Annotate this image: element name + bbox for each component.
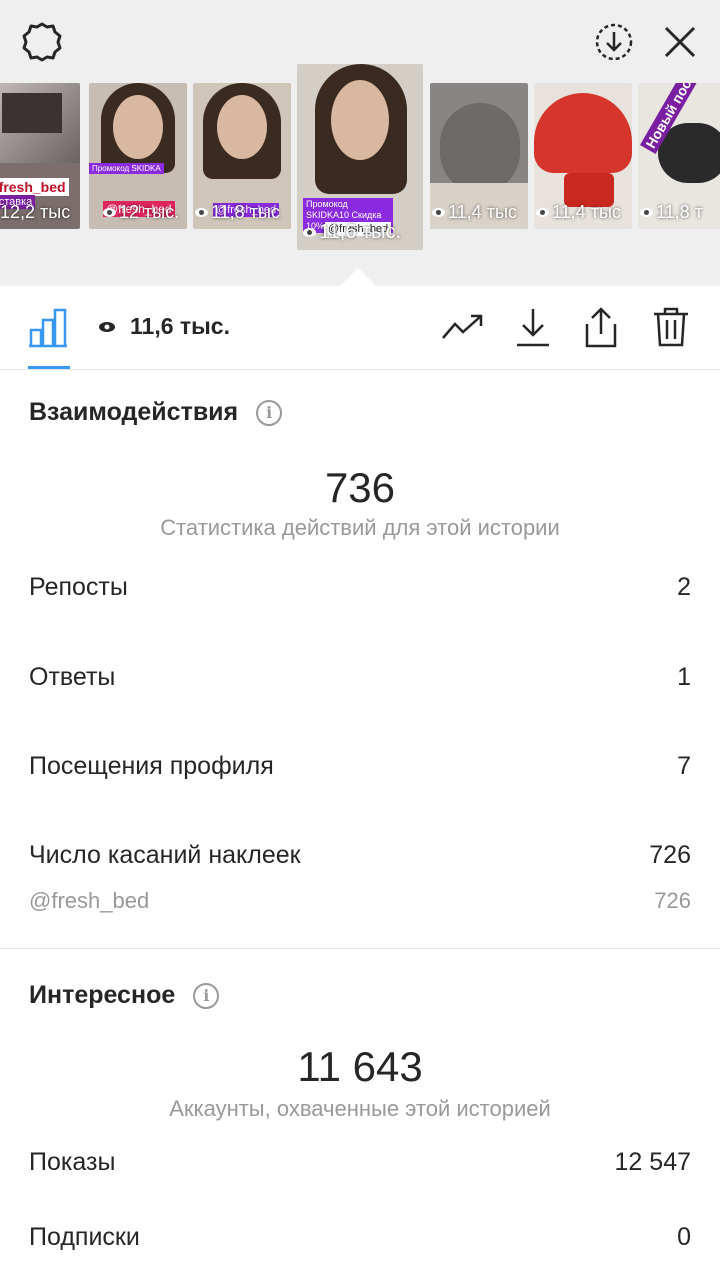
thumbnail-views: 11,4 тыс (432, 202, 517, 223)
eye-icon (99, 321, 115, 332)
trending-icon (442, 314, 483, 339)
story-thumbnail[interactable]: Промокод SKIDKA @fresh_bed 12 тыс. (89, 83, 187, 229)
info-icon[interactable]: i (256, 399, 283, 426)
eye-icon (432, 208, 445, 217)
eye-icon (303, 228, 316, 237)
close-button[interactable] (656, 18, 704, 66)
story-thumbnail[interactable]: 11,4 тыс (534, 83, 632, 229)
trash-icon (654, 307, 688, 347)
share-button[interactable] (578, 304, 624, 350)
interactions-subtitle: Статистика действий для этой истории (160, 515, 560, 540)
delete-button[interactable] (648, 304, 694, 350)
interactions-total: 736 (324, 464, 396, 511)
insights-tab[interactable] (25, 304, 71, 350)
save-story-button[interactable] (590, 18, 638, 66)
selection-pointer (340, 268, 376, 286)
story-thumbnail[interactable]: @fresh_bed Доставка 12,2 тыс (0, 83, 80, 229)
eye-icon (640, 208, 653, 217)
thumbnail-views: 11,4 тыс (536, 202, 621, 223)
story-thumbnail[interactable]: Новый пост 11,8 т (638, 83, 720, 229)
close-icon (664, 26, 696, 58)
download-circle-icon (595, 23, 633, 61)
download-icon (517, 309, 549, 347)
stat-row-follows: Подписки 0 (29, 1223, 691, 1251)
thumbnail-views: 12,2 тыс (0, 202, 71, 222)
gear-icon (22, 22, 62, 62)
download-button[interactable] (510, 304, 556, 350)
insights-toolbar: 11,6 тыс. (0, 286, 720, 370)
stat-row-sticker-taps: Число касаний наклеек 726 (29, 841, 691, 869)
stat-row-reposts: Репосты 2 (29, 573, 691, 601)
eye-icon (536, 208, 549, 217)
discovery-total: 11 643 (297, 1043, 423, 1090)
discovery-section-title: Интересное i (29, 981, 220, 1010)
story-thumbnail[interactable]: 11,4 тыс (430, 83, 528, 229)
thumbnail-views: 11,8 т (640, 202, 703, 223)
stat-row-impressions: Показы 12 547 (29, 1148, 691, 1176)
story-thumbnail-selected[interactable]: Промокод SKIDKA10 Скидка 10% @fresh_bed … (297, 64, 423, 250)
settings-button[interactable] (18, 18, 66, 66)
promote-button[interactable] (440, 304, 486, 350)
stat-row-sticker-mention: @fresh_bed 726 (29, 888, 691, 913)
story-tag: @fresh_bed (0, 178, 69, 196)
info-icon[interactable]: i (193, 982, 220, 1009)
section-divider (0, 948, 720, 949)
thumbnail-views: 12 тыс. (103, 202, 179, 223)
discovery-subtitle: Аккаунты, охваченные этой историей (169, 1096, 551, 1121)
story-thumbnails: @fresh_bed Доставка 12,2 тыс Промокод SK… (0, 62, 720, 262)
bar-chart-icon (29, 308, 67, 348)
views-count: 11,6 тыс. (98, 313, 230, 340)
thumbnail-views: 11,6 тыс. (303, 221, 401, 244)
story-header: @fresh_bed Доставка 12,2 тыс Промокод SK… (0, 0, 720, 286)
stat-row-profile-visits: Посещения профиля 7 (29, 752, 691, 780)
eye-icon (103, 208, 116, 217)
active-tab-indicator (28, 366, 70, 369)
eye-icon (195, 208, 208, 217)
share-icon (585, 307, 617, 348)
stat-row-replies: Ответы 1 (29, 663, 691, 691)
thumbnail-views: 11,8 тыс (195, 202, 280, 223)
story-thumbnail[interactable]: @fresh_bed 11,8 тыс (193, 83, 291, 229)
interactions-section-title: Взаимодействия i (29, 398, 283, 427)
